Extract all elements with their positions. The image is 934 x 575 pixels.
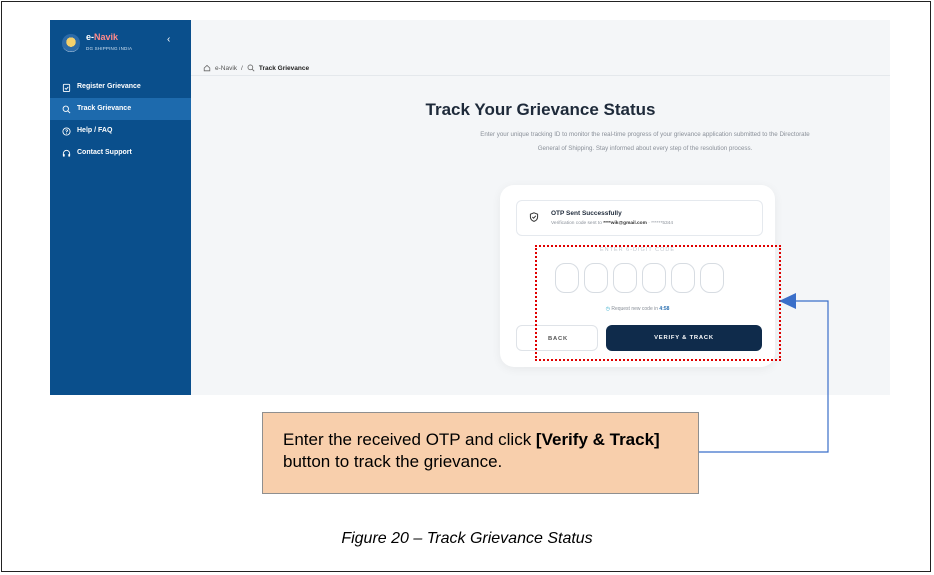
search-icon [62, 105, 71, 113]
sidebar-item-label: Contact Support [77, 149, 132, 156]
figure-caption: Figure 20 – Track Grievance Status [341, 530, 593, 547]
sidebar-item-contact-support[interactable]: Contact Support [50, 142, 191, 164]
shield-check-icon [529, 212, 539, 222]
sidebar-item-label: Track Grievance [77, 105, 132, 112]
chevron-left-icon[interactable]: ‹ [167, 34, 170, 45]
sidebar-nav: Register Grievance Track Grievance Help … [50, 76, 191, 164]
breadcrumb-divider [191, 75, 890, 76]
breadcrumb-separator: / [241, 64, 243, 72]
sidebar-item-label: Help / FAQ [77, 127, 113, 134]
otp-status-box: OTP Sent Successfully Verification code … [516, 200, 763, 236]
headset-icon [62, 149, 71, 157]
breadcrumb-current: Track Grievance [258, 64, 310, 72]
sidebar-item-register-grievance[interactable]: Register Grievance [50, 76, 191, 98]
breadcrumb: e-Navik / Track Grievance [203, 64, 309, 72]
app-subtitle: DG SHIPPING INDIA [86, 46, 133, 51]
sidebar-item-help-faq[interactable]: Help / FAQ [50, 120, 191, 142]
highlight-box [535, 245, 781, 361]
emblem-icon [62, 34, 80, 52]
sidebar: e-Navik DG SHIPPING INDIA ‹ Register Gri… [50, 20, 191, 395]
home-icon[interactable] [203, 64, 211, 72]
app-name: e-Navik [86, 32, 119, 42]
instruction-callout: Enter the received OTP and click [Verify… [262, 412, 699, 494]
page-description: Enter your unique tracking ID to monitor… [480, 131, 810, 152]
page-title: Track Your Grievance Status [425, 100, 656, 119]
clipboard-icon [62, 83, 71, 92]
otp-status-subtitle: Verification code sent to ****wik@gmail.… [551, 221, 674, 226]
search-icon [247, 64, 255, 72]
app-logo: e-Navik DG SHIPPING INDIA ‹ [62, 32, 182, 62]
help-circle-icon [62, 126, 71, 136]
otp-status-title: OTP Sent Successfully [551, 210, 622, 217]
sidebar-item-track-grievance[interactable]: Track Grievance [50, 98, 191, 120]
breadcrumb-root[interactable]: e-Navik [215, 65, 237, 72]
sidebar-item-label: Register Grievance [77, 83, 141, 90]
